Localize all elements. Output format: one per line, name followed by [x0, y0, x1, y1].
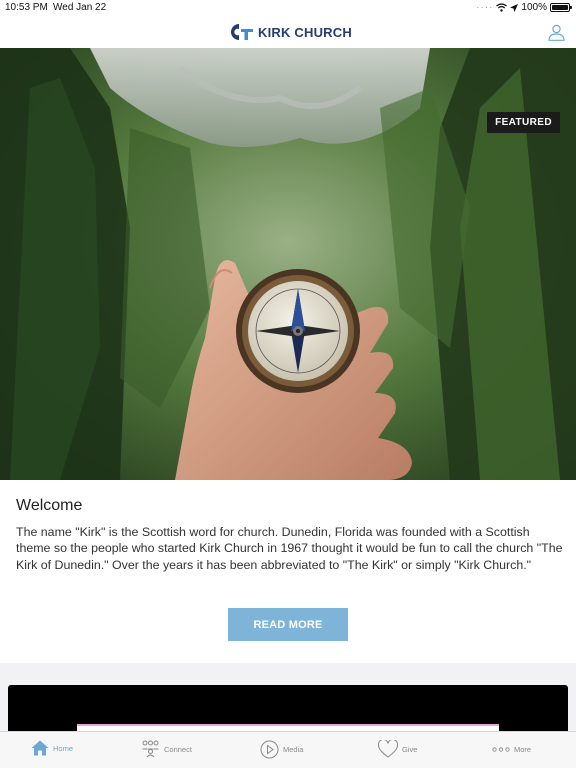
tab-give-label: Give	[402, 744, 418, 754]
tab-media[interactable]: Media	[260, 740, 303, 759]
signal-dots-icon: ····	[476, 2, 494, 13]
featured-badge: FEATURED	[487, 112, 560, 133]
app-header: KIRK CHURCH	[0, 16, 576, 48]
tab-home[interactable]: Home	[31, 740, 73, 756]
heart-icon	[378, 740, 398, 758]
read-more-button[interactable]: READ MORE	[228, 608, 348, 641]
welcome-card: Welcome The name "Kirk" is the Scottish …	[0, 480, 576, 663]
church-logo-icon	[231, 24, 253, 40]
battery-icon	[550, 3, 572, 12]
featured-hero-image[interactable]: FEATURED	[0, 48, 576, 480]
ellipsis-icon	[492, 747, 510, 752]
app-screen: 10:53 PM Wed Jan 22 ···· 100% KIRK CHURC…	[0, 0, 576, 768]
tab-give[interactable]: Give	[378, 740, 417, 758]
tab-home-label: Home	[53, 743, 74, 753]
status-bar: 10:53 PM Wed Jan 22 ···· 100%	[0, 0, 576, 16]
card-title: Welcome	[16, 497, 83, 514]
card-body-text: The name "Kirk" is the Scottish word for…	[16, 525, 563, 572]
tab-more-label: More	[514, 745, 532, 754]
tab-media-label: Media	[283, 745, 304, 754]
home-icon	[31, 740, 49, 756]
tab-more[interactable]: More	[492, 745, 531, 754]
church-logo[interactable]: KIRK CHURCH	[228, 23, 352, 41]
people-icon	[142, 740, 159, 758]
wifi-icon	[496, 3, 508, 12]
user-profile-icon[interactable]	[548, 24, 565, 41]
play-icon	[260, 740, 279, 759]
battery-percent: 100%	[521, 2, 547, 13]
tab-connect-label: Connect	[164, 744, 192, 754]
status-date: Wed Jan 22	[53, 2, 107, 13]
logo-text: KIRK CHURCH	[258, 24, 352, 40]
status-time: 10:53 PM	[5, 2, 48, 13]
location-arrow-icon	[510, 3, 519, 12]
status-right-group: ···· 100%	[476, 2, 572, 13]
bottom-tab-bar: Home Connect Media Give More	[0, 731, 576, 768]
tab-connect[interactable]: Connect	[141, 740, 192, 758]
